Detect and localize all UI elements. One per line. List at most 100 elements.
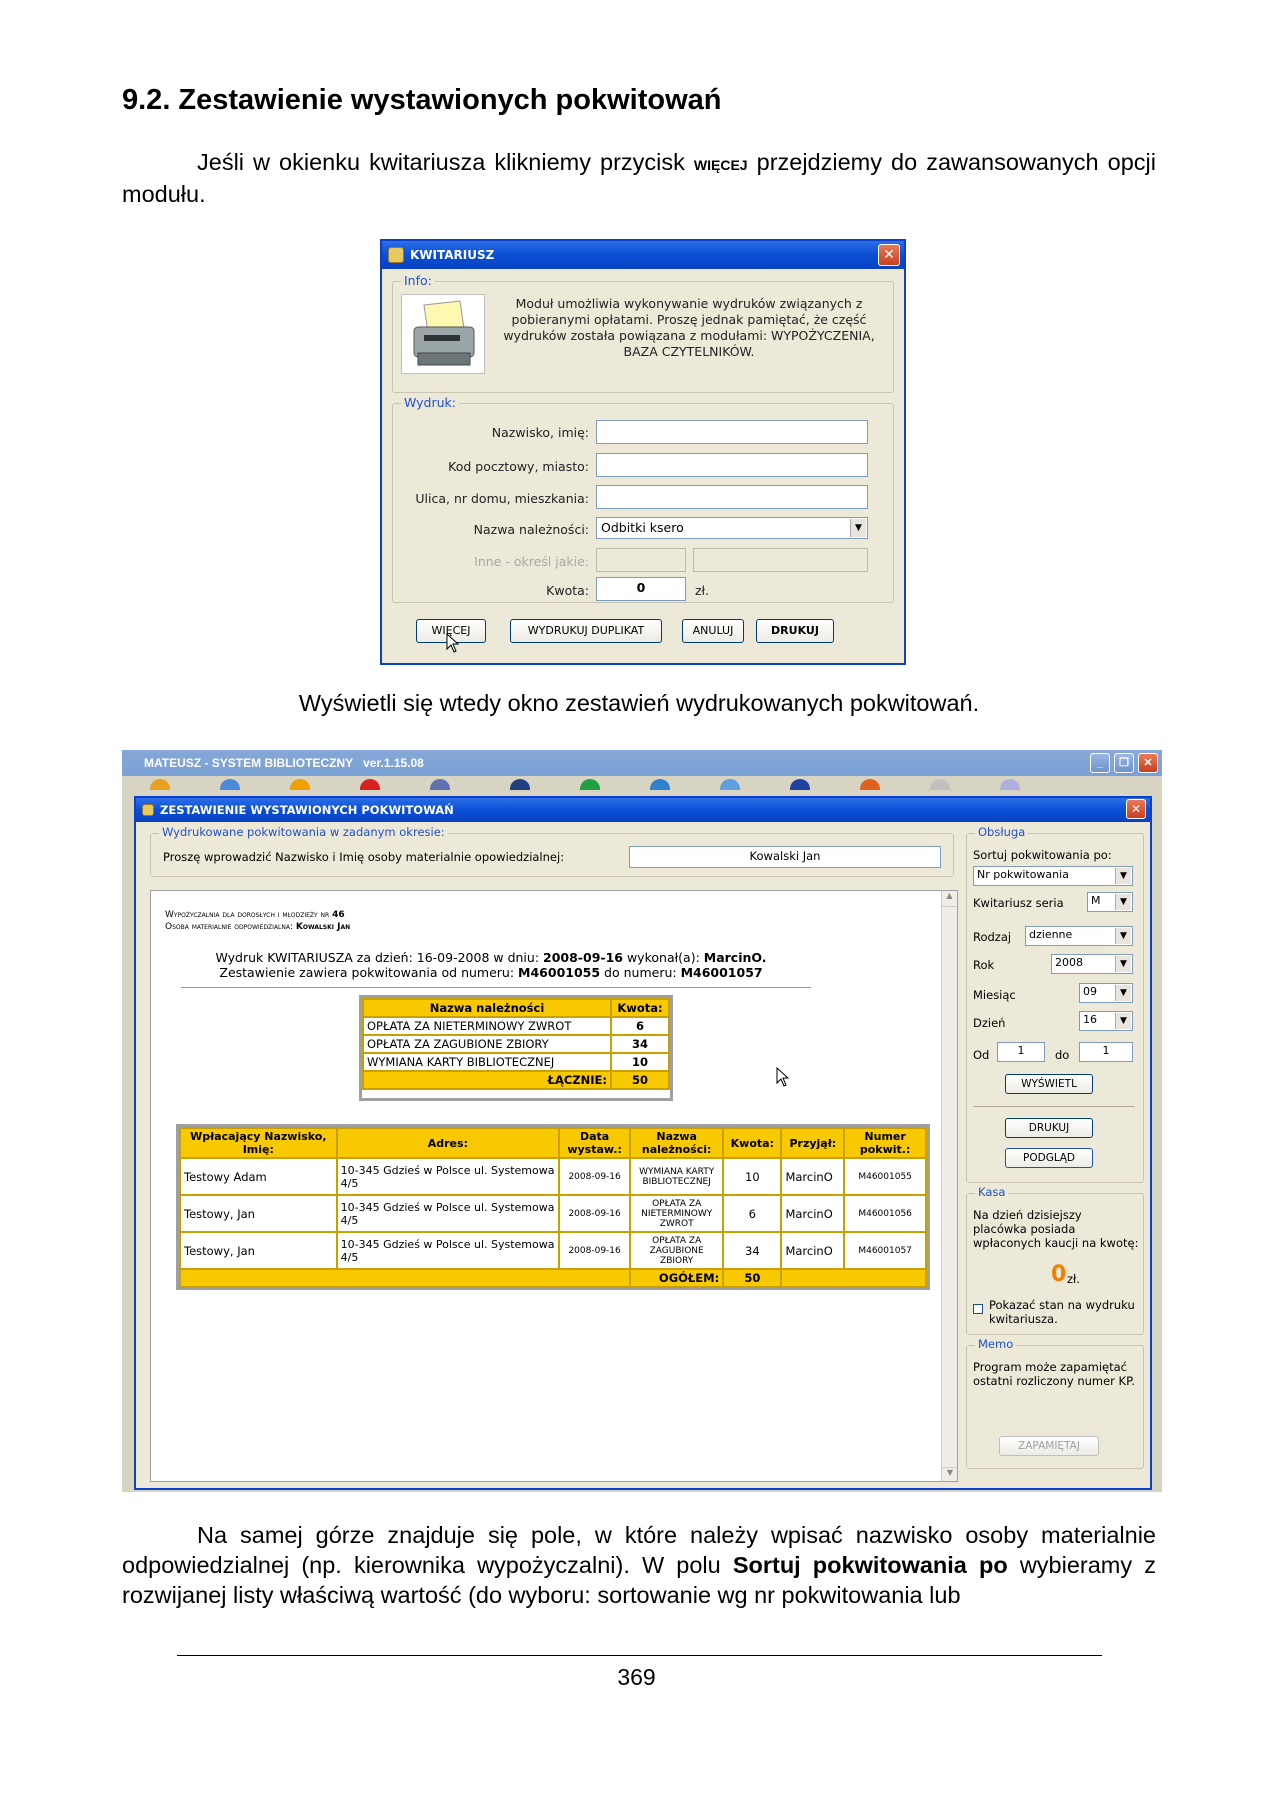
details-cell: OPŁATA ZA ZAGUBIONE ZBIORY [629,1231,725,1270]
summary-cell-name: OPŁATA ZA NIETERMINOWY ZWROT [362,1016,612,1036]
chevron-down-icon[interactable]: ▼ [1115,894,1131,910]
restore-icon[interactable]: ❐ [1114,753,1134,773]
toolbar-icon-11[interactable] [860,779,880,790]
print-button[interactable]: DRUKUJ [756,619,834,643]
scroll-up-icon[interactable]: ▲ [942,891,957,907]
chevron-down-icon[interactable]: ▼ [850,519,866,537]
report-scrollbar[interactable]: ▲ ▼ [941,891,957,1481]
toolbar-icon-2[interactable] [220,779,240,790]
name-input[interactable] [596,420,868,444]
app-close-icon[interactable]: ✕ [1138,753,1158,773]
from-label: Od [973,1048,990,1062]
other-input-a [596,548,686,572]
details-cell: 2008-09-16 [558,1157,632,1196]
person-input[interactable]: Kowalski Jan [629,846,941,868]
street-label: Ulica, nr domu, mieszkania: [415,491,589,506]
minimize-icon[interactable]: _ [1090,753,1110,773]
toolbar-icon-9[interactable] [720,779,740,790]
summary-cell-amount: 34 [610,1034,670,1054]
series-value: M [1091,894,1101,907]
intro-text-before: Jeśli w okienku kwitariusza klikniemy pr… [197,149,694,175]
series-select[interactable]: M ▼ [1087,892,1133,912]
toolbar-icon-6[interactable] [510,779,530,790]
details-cell: 2008-09-16 [558,1231,632,1270]
chevron-down-icon[interactable]: ▼ [1115,1013,1131,1029]
remember-button[interactable]: ZAPAMIĘTAJ [999,1436,1099,1456]
details-total-label: OGÓŁEM: [629,1268,725,1288]
details-cell: M46001055 [843,1157,927,1196]
toolbar-icon-7[interactable] [580,779,600,790]
stock-checkbox[interactable] [973,1304,983,1314]
report-print-button[interactable]: DRUKUJ [1005,1118,1093,1138]
toolbar-icon-10[interactable] [790,779,810,790]
to-input[interactable]: 1 [1079,1042,1133,1062]
range-to: M46001057 [680,965,763,980]
summary-cell-name: OPŁATA ZA ZAGUBIONE ZBIORY [362,1034,612,1054]
details-cell: Testowy Adam [179,1157,338,1196]
toolbar-icon-4[interactable] [360,779,380,790]
details-col-header: Nazwa należności: [629,1127,725,1159]
summary-cell-amount: 10 [610,1052,670,1072]
street-input[interactable] [596,485,868,509]
details-cell: 10-345 Gdzieś w Polsce ul. Systemowa 4/5 [335,1194,561,1233]
fee-select[interactable]: Odbitki ksero ▼ [596,517,868,539]
scroll-down-icon[interactable]: ▼ [942,1467,957,1481]
toolbar-icon-5[interactable] [430,779,450,790]
show-button[interactable]: WYŚWIETL [1005,1074,1093,1094]
summary-table: Nazwa należności Kwota: OPŁATA ZA NIETERM… [362,998,670,1090]
print-duplicate-button[interactable]: WYDRUKUJ DUPLIKAT [510,619,662,643]
table-row: Testowy, Jan 10-345 Gdzieś w Polsce ul. S… [179,1231,927,1270]
month-select[interactable]: 09 ▼ [1079,983,1133,1003]
details-col-header: Przyjął: [780,1127,846,1159]
report-preview: Wypożyczalnia dla dorosłych i młodzieży … [150,890,958,1482]
range-line-a: Zestawienie zawiera pokwitowania od nume… [219,965,519,980]
year-select[interactable]: 2008 ▼ [1051,954,1133,974]
postal-label: Kod pocztowy, miasto: [448,459,589,474]
toolbar-icon-13[interactable] [1000,779,1020,790]
zestawienie-titlebar: ZESTAWIENIE WYSTAWIONYCH POKWITOWAŃ ✕ [136,798,1150,822]
chevron-down-icon[interactable]: ▼ [1115,928,1131,944]
printer-icon [401,294,485,374]
zestawienie-close-button[interactable]: ✕ [1126,799,1146,819]
sort-label: Sortuj pokwitowania po: [973,848,1112,862]
fee-label: Nazwa należności: [473,522,589,537]
toolbar-icon-12[interactable] [930,779,950,790]
summary-col-name: Nazwa należności [362,998,612,1018]
toolbar-icon-1[interactable] [150,779,170,790]
period-legend: Wydrukowane pokwitowania w zadanym okres… [159,825,448,839]
toolbar [122,776,1162,790]
kasa-text: Na dzień dzisiejszy placówka posiada wpł… [973,1208,1139,1250]
summary-col-amount: Kwota: [610,998,670,1018]
app-version: ver.1.15.08 [363,756,424,770]
details-cell: 2008-09-16 [558,1194,632,1233]
from-input[interactable]: 1 [997,1042,1045,1062]
day-select[interactable]: 16 ▼ [1079,1011,1133,1031]
chevron-down-icon[interactable]: ▼ [1115,985,1131,1001]
details-cell: 34 [722,1231,783,1270]
month-label: Miesiąc [973,988,1016,1002]
sort-select[interactable]: Nr pokwitowania ▼ [973,866,1133,886]
close-button[interactable]: ✕ [878,244,900,266]
obsluga-legend: Obsługa [975,825,1029,839]
obsluga-divider [973,1106,1135,1107]
print-user: MarcinO. [703,950,767,965]
page-number: 369 [617,1664,656,1690]
cancel-button[interactable]: ANULUJ [682,619,744,643]
postal-input[interactable] [596,453,868,477]
type-select[interactable]: dzienne ▼ [1025,926,1133,946]
summary-cell-name: WYMIANA KARTY BIBLIOTECZNEJ [362,1052,612,1072]
range-line-b: do numeru: [600,965,681,980]
details-cell: Testowy, Jan [179,1231,338,1270]
kasa-group: Kasa Na dzień dzisiejszy placówka posiad… [966,1185,1144,1335]
chevron-down-icon[interactable]: ▼ [1115,868,1131,884]
toolbar-icon-3[interactable] [290,779,310,790]
preview-button[interactable]: PODGLĄD [1005,1148,1093,1168]
details-cell: 10-345 Gdzieś w Polsce ul. Systemowa 4/5 [335,1231,561,1270]
app-icon [388,247,404,263]
chevron-down-icon[interactable]: ▼ [1115,956,1131,972]
amount-input[interactable]: 0 [596,577,686,601]
currency-label: zł. [695,583,710,598]
fee-value: Odbitki ksero [601,520,684,535]
toolbar-icon-8[interactable] [650,779,670,790]
report-person-line: Osoba materialnie odpowiedzialna: Kowals… [165,921,350,933]
